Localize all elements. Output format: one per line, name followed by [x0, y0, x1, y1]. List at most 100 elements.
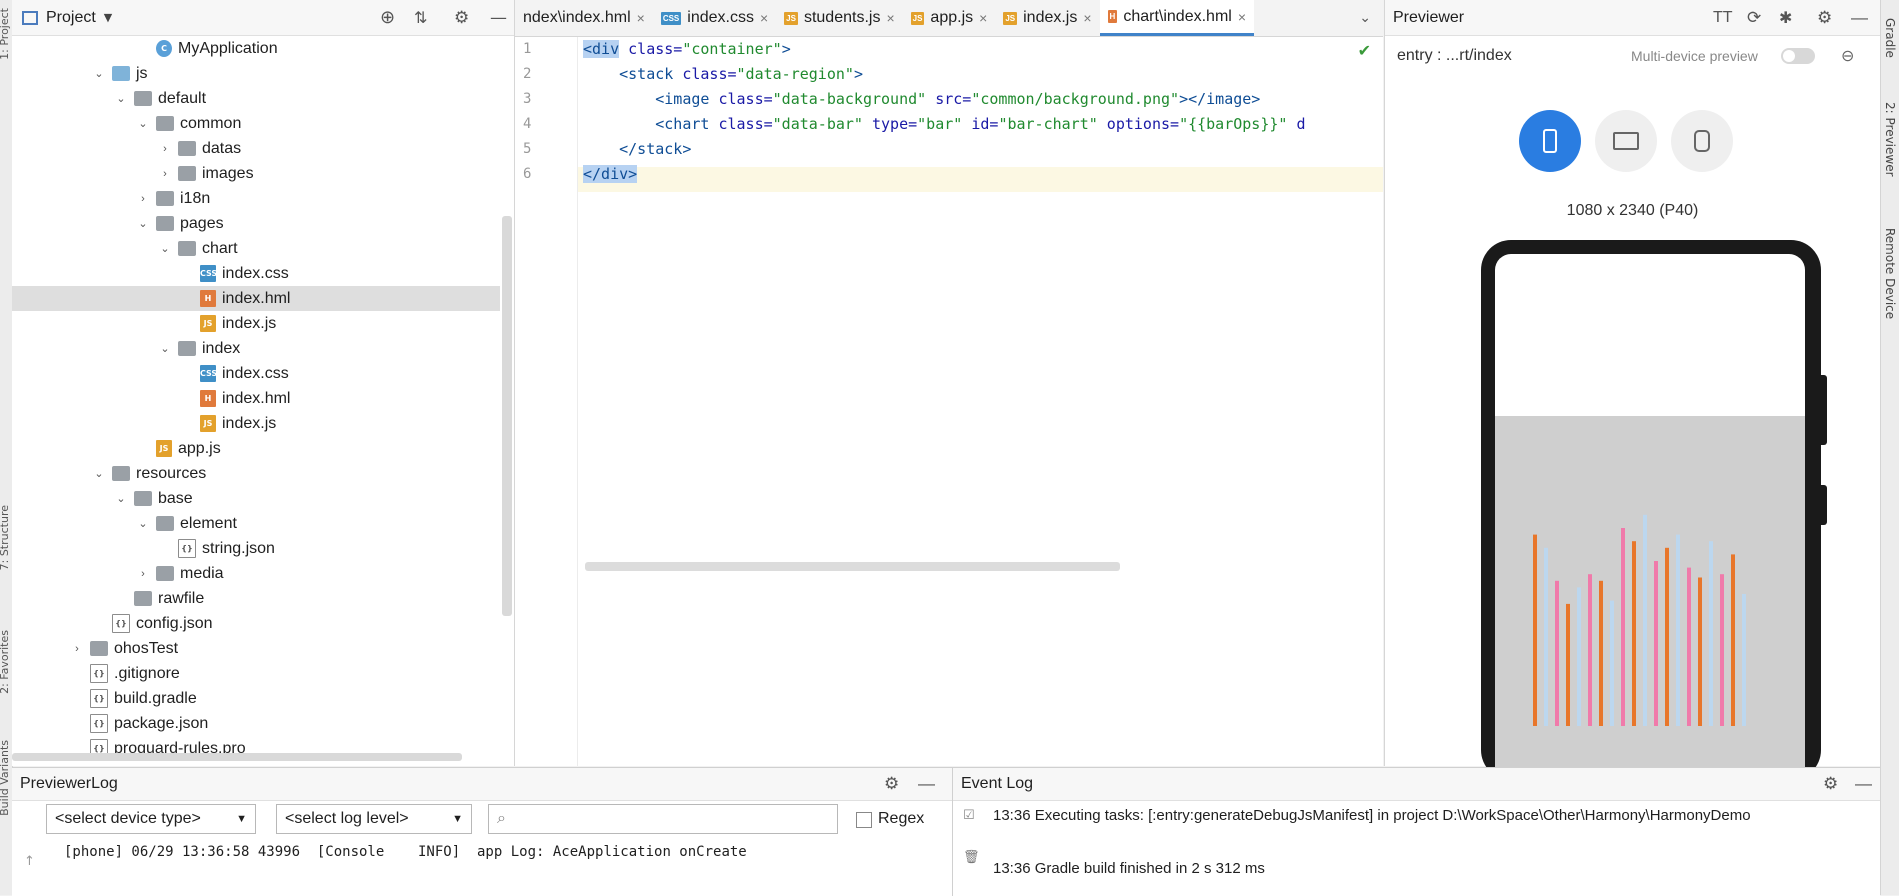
- editor-tab[interactable]: ndex\index.hml ×: [515, 0, 653, 36]
- tree-item[interactable]: ⌄ pages: [12, 211, 500, 236]
- code-line[interactable]: <div class="container">: [583, 37, 791, 62]
- minimize-icon[interactable]: —: [1851, 8, 1868, 28]
- refresh-icon[interactable]: ⟳: [1747, 8, 1761, 28]
- close-icon[interactable]: ×: [760, 10, 768, 26]
- tree-vertical-scrollbar[interactable]: [502, 216, 512, 616]
- gear-icon[interactable]: ⚙: [454, 8, 469, 28]
- code-editor[interactable]: 123456 <div class="container"> <stack cl…: [515, 37, 1383, 766]
- tree-item[interactable]: {} string.json: [12, 536, 500, 561]
- tree-item[interactable]: CSS index.css: [12, 361, 500, 386]
- gradle-rail-tab[interactable]: Gradle: [1883, 18, 1897, 58]
- tree-item[interactable]: C MyApplication: [12, 36, 500, 61]
- code-line[interactable]: <chart class="data-bar" type="bar" id="b…: [583, 112, 1305, 137]
- collapse-all-icon[interactable]: ⇅: [414, 8, 427, 27]
- chevron-down-icon[interactable]: ⌄: [136, 517, 150, 530]
- tree-item[interactable]: ⌄ chart: [12, 236, 500, 261]
- tree-item[interactable]: › i18n: [12, 186, 500, 211]
- build-variants-rail-tab[interactable]: Build Variants: [0, 740, 11, 816]
- tree-item[interactable]: {} build.gradle: [12, 686, 500, 711]
- log-level-select[interactable]: <select log level> ▼: [276, 804, 472, 834]
- tree-horizontal-scrollbar[interactable]: [12, 753, 462, 761]
- debug-icon[interactable]: ✱: [1779, 8, 1792, 28]
- chevron-down-icon[interactable]: ⌄: [136, 217, 150, 230]
- scroll-up-icon[interactable]: ↑: [24, 854, 35, 869]
- structure-rail-tab[interactable]: 7: Structure: [0, 505, 11, 570]
- minimize-icon[interactable]: —: [918, 774, 935, 794]
- font-size-icon[interactable]: TT: [1713, 9, 1733, 27]
- close-icon[interactable]: ×: [637, 10, 645, 26]
- minimize-icon[interactable]: —: [490, 8, 507, 28]
- tv-device-button[interactable]: [1595, 110, 1657, 172]
- tree-item[interactable]: {} package.json: [12, 711, 500, 736]
- remote-device-rail-tab[interactable]: Remote Device: [1883, 228, 1897, 319]
- chevron-down-icon[interactable]: ⌄: [136, 117, 150, 130]
- tree-item[interactable]: ⌄ common: [12, 111, 500, 136]
- tree-item[interactable]: ⌄ base: [12, 486, 500, 511]
- chevron-down-icon[interactable]: ⌄: [114, 92, 128, 105]
- editor-tab[interactable]: Hchart\index.hml ×: [1099, 0, 1255, 36]
- chevron-down-icon[interactable]: ⌄: [92, 467, 106, 480]
- chevron-down-icon[interactable]: ⌄: [114, 492, 128, 505]
- editor-tab[interactable]: CSS index.css ×: [653, 0, 776, 36]
- project-rail-tab[interactable]: 1: Project: [0, 8, 11, 60]
- code-line[interactable]: </div>: [583, 162, 638, 187]
- tree-item[interactable]: JS index.js: [12, 411, 500, 436]
- editor-tab[interactable]: JS index.js ×: [995, 0, 1099, 36]
- gear-icon[interactable]: ⚙: [1817, 8, 1832, 28]
- chevron-right-icon[interactable]: ›: [158, 143, 172, 155]
- chevron-right-icon[interactable]: ›: [136, 193, 150, 205]
- tree-item[interactable]: › media: [12, 561, 500, 586]
- tree-item[interactable]: ⌄ element: [12, 511, 500, 536]
- chevron-down-icon[interactable]: ▼: [104, 11, 112, 24]
- gear-icon[interactable]: ⚙: [1823, 774, 1838, 794]
- tree-item[interactable]: ⌄ resources: [12, 461, 500, 486]
- editor-tab[interactable]: JS app.js ×: [903, 0, 996, 36]
- tree-item[interactable]: › datas: [12, 136, 500, 161]
- log-search-input[interactable]: ⌕: [488, 804, 838, 834]
- tree-item[interactable]: ⌄ default: [12, 86, 500, 111]
- close-icon[interactable]: ×: [886, 10, 894, 26]
- chevron-right-icon[interactable]: ›: [158, 168, 172, 180]
- tree-item[interactable]: JS app.js: [12, 436, 500, 461]
- chevron-down-icon[interactable]: ⌄: [158, 342, 172, 355]
- minimize-icon[interactable]: —: [1855, 774, 1872, 794]
- code-line[interactable]: <stack class="data-region">: [583, 62, 863, 87]
- close-icon[interactable]: ×: [1238, 9, 1246, 25]
- chevron-down-icon[interactable]: ⌄: [92, 67, 106, 80]
- code-line[interactable]: <image class="data-background" src="comm…: [583, 87, 1260, 112]
- close-icon[interactable]: ×: [1083, 10, 1091, 26]
- tab-overflow-icon[interactable]: ⌄: [1359, 10, 1371, 26]
- mark-read-icon[interactable]: ☑: [963, 808, 975, 823]
- tree-item[interactable]: ⌄ index: [12, 336, 500, 361]
- tree-item[interactable]: › ohosTest: [12, 636, 500, 661]
- device-type-select[interactable]: <select device type> ▼: [46, 804, 256, 834]
- phone-screen[interactable]: [1495, 254, 1805, 774]
- tree-item[interactable]: ⌄ js: [12, 61, 500, 86]
- editor-tab[interactable]: JS students.js ×: [776, 0, 902, 36]
- tree-item[interactable]: rawfile: [12, 586, 500, 611]
- regex-checkbox[interactable]: [856, 812, 872, 828]
- gear-icon[interactable]: ⚙: [884, 774, 899, 794]
- zoom-out-icon[interactable]: ⊖: [1841, 46, 1854, 66]
- tree-item[interactable]: Hindex.hml: [12, 386, 500, 411]
- wearable-device-button[interactable]: [1671, 110, 1733, 172]
- tree-item[interactable]: JS index.js: [12, 311, 500, 336]
- chevron-right-icon[interactable]: ›: [136, 568, 150, 580]
- phone-device-button[interactable]: [1519, 110, 1581, 172]
- tree-item[interactable]: › images: [12, 161, 500, 186]
- previewer-rail-tab[interactable]: 2: Previewer: [1883, 102, 1897, 177]
- trash-icon[interactable]: 🗑: [963, 850, 980, 865]
- locate-icon[interactable]: ⊕: [380, 7, 395, 28]
- chevron-right-icon[interactable]: ›: [70, 643, 84, 655]
- project-title[interactable]: Project: [46, 9, 96, 27]
- favorites-rail-tab[interactable]: 2: Favorites: [0, 630, 11, 694]
- code-line[interactable]: </stack>: [583, 137, 691, 162]
- multi-device-toggle[interactable]: [1781, 48, 1815, 64]
- editor-horizontal-scrollbar[interactable]: [585, 562, 1120, 571]
- close-icon[interactable]: ×: [979, 10, 987, 26]
- tree-item[interactable]: {} config.json: [12, 611, 500, 636]
- tree-item[interactable]: CSS index.css: [12, 261, 500, 286]
- chevron-down-icon[interactable]: ⌄: [158, 242, 172, 255]
- tree-item[interactable]: Hindex.hml: [12, 286, 500, 311]
- tree-item[interactable]: {} .gitignore: [12, 661, 500, 686]
